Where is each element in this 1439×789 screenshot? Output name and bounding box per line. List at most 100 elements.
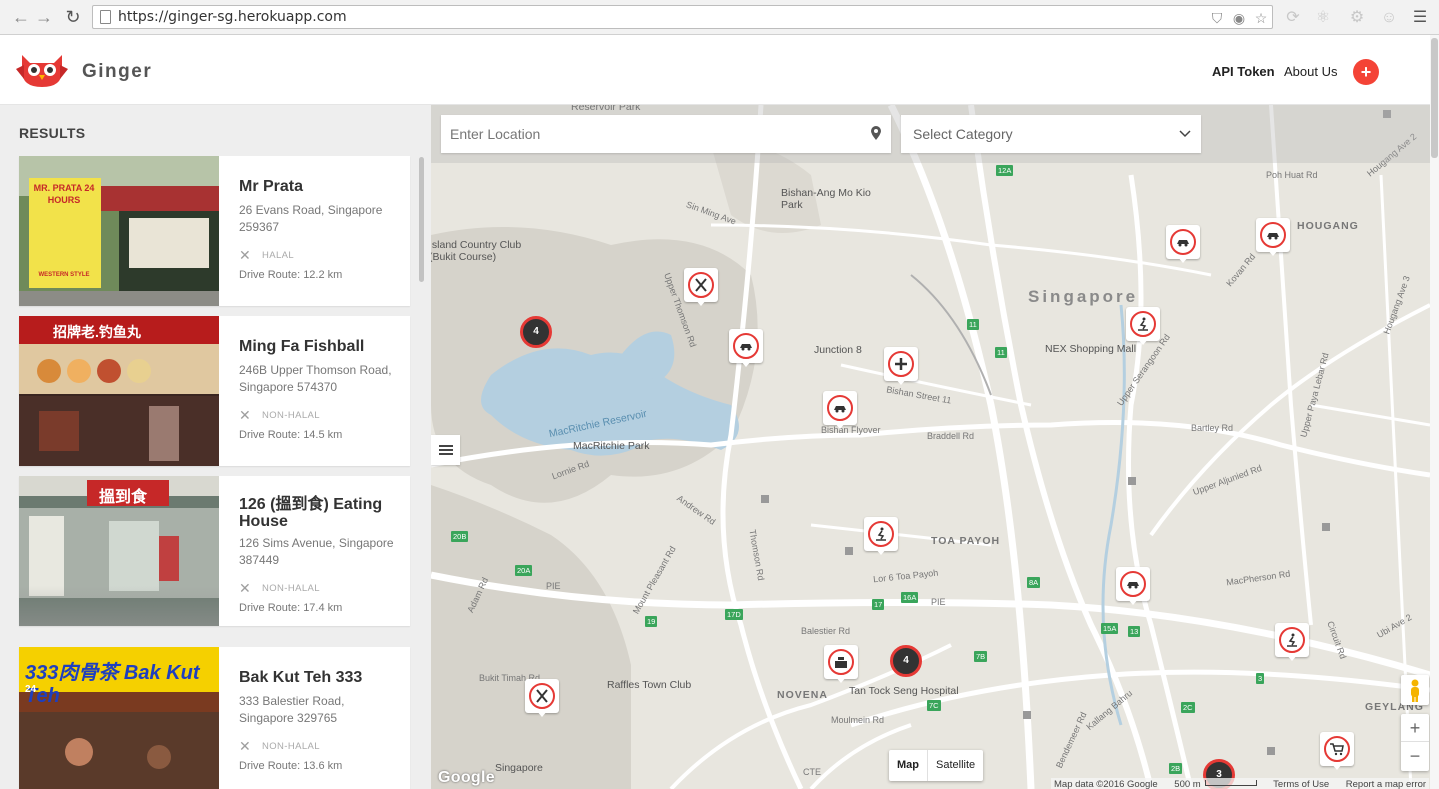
route-shield: 11 <box>967 319 979 330</box>
restaurant-name[interactable]: Bak Kut Teh 333 <box>239 669 399 686</box>
restaurant-name[interactable]: 126 (搵到食) Eating House <box>239 496 399 530</box>
food-marker[interactable] <box>525 679 559 719</box>
shop-marker[interactable] <box>824 645 858 685</box>
map-label: TOA PAYOH <box>931 535 1001 547</box>
food-marker[interactable] <box>684 268 718 308</box>
utensils-off-icon: ✕ <box>239 738 252 754</box>
browser-toolbar: ← → ↻ https://ginger-sg.herokuapp.com ⛉ … <box>0 0 1439 35</box>
activity-marker[interactable] <box>1275 623 1309 663</box>
star-icon[interactable]: ☆ <box>1253 10 1269 26</box>
drive-distance: Drive Route: 14.5 km <box>239 429 343 441</box>
restaurant-name[interactable]: Mr Prata <box>239 178 399 195</box>
brand-name[interactable]: Ginger <box>82 61 152 83</box>
map-label: Bishan-Ang Mo Kio Park <box>781 187 871 211</box>
location-pin-icon[interactable] <box>871 126 881 140</box>
restaurant-photo: 333肉骨茶 Bak Kut Teh 24 <box>19 647 219 789</box>
map-view[interactable]: Reservoir Park Bishan-Ang Mo Kio Park Is… <box>431 105 1430 789</box>
road-label: Bartley Rd <box>1191 423 1234 433</box>
map-label: NEX Shopping Mall <box>1045 343 1137 355</box>
shopping-marker[interactable] <box>1320 732 1354 772</box>
url-text[interactable]: https://ginger-sg.herokuapp.com <box>118 9 347 25</box>
add-button[interactable]: + <box>1353 59 1379 85</box>
restaurant-photo: 搵到食 <box>19 476 219 626</box>
sync-icon[interactable]: ⟳ <box>1283 8 1303 28</box>
page-scrollbar[interactable] <box>1430 35 1439 789</box>
activity-marker[interactable] <box>864 517 898 557</box>
skating-icon <box>1138 317 1148 331</box>
map-label: Island Country Club (Bukit Course) <box>431 239 522 263</box>
route-shield: 16A <box>901 592 919 603</box>
car-marker[interactable] <box>1166 225 1200 265</box>
drive-distance: Drive Route: 12.2 km <box>239 269 343 281</box>
drive-distance: Drive Route: 17.4 km <box>239 602 343 614</box>
marker-cluster[interactable]: 4 <box>890 645 922 677</box>
marker-cluster[interactable]: 4 <box>520 316 552 348</box>
halal-status: ✕ NON-HALAL <box>239 580 320 596</box>
car-marker[interactable] <box>1256 218 1290 258</box>
map-label: MacRitchie Park <box>573 440 650 452</box>
medical-marker[interactable] <box>884 347 918 387</box>
photo-sign-text: MR. PRATA 24 HOURS <box>33 183 95 205</box>
zoom-control: + − <box>1401 714 1429 771</box>
route-shield: 7B <box>974 651 988 662</box>
cart-icon <box>1330 743 1344 756</box>
sidebar-scrollbar[interactable] <box>419 157 424 282</box>
activity-marker[interactable] <box>1126 307 1160 347</box>
about-us-link[interactable]: About Us <box>1284 64 1337 79</box>
atom-icon[interactable]: ⚛ <box>1313 8 1333 28</box>
result-card[interactable]: 招牌老.钓鱼丸 Ming Fa Fishball 246B Upper Thom… <box>19 316 410 466</box>
map-label: Singapore <box>495 762 543 774</box>
road-label: Poh Huat Rd <box>1266 170 1318 180</box>
category-select[interactable]: Select Category <box>901 115 1201 153</box>
car-marker[interactable] <box>823 391 857 431</box>
reload-icon[interactable]: ↻ <box>62 7 84 27</box>
car-marker[interactable] <box>1116 567 1150 607</box>
hamburger-icon[interactable]: ☰ <box>1410 8 1430 28</box>
map-label: NOVENA <box>777 689 828 701</box>
car-marker[interactable] <box>729 329 763 369</box>
car-icon <box>740 344 752 351</box>
restaurant-name[interactable]: Ming Fa Fishball <box>239 338 399 355</box>
street-view-pegman-icon[interactable] <box>1401 675 1429 705</box>
location-input[interactable] <box>441 115 891 153</box>
page-icon <box>100 10 111 24</box>
google-logo[interactable]: Google <box>438 769 495 787</box>
zoom-out-button[interactable]: − <box>1401 742 1429 770</box>
result-card[interactable]: MR. PRATA 24 HOURS WESTERN STYLE Mr Prat… <box>19 156 410 306</box>
owl-logo-icon[interactable] <box>16 49 68 89</box>
map-type-map-button[interactable]: Map <box>889 750 928 781</box>
route-shield: 17 <box>872 599 885 610</box>
terms-link[interactable]: Terms of Use <box>1273 779 1329 789</box>
utensils-icon <box>536 689 548 703</box>
photo-sign-text: 招牌老.钓鱼丸 <box>53 324 141 340</box>
target-icon[interactable]: ◉ <box>1231 10 1247 26</box>
road-label: Moulmein Rd <box>831 715 885 725</box>
sidebar-toggle-button[interactable] <box>431 435 460 465</box>
route-shield: 20A <box>515 565 533 576</box>
address-bar[interactable]: https://ginger-sg.herokuapp.com ⛉ ◉ ☆ <box>92 5 1273 29</box>
map-attribution: Map data ©2016 Google 500 m Terms of Use… <box>1051 778 1430 789</box>
utensils-icon <box>695 278 707 292</box>
result-card[interactable]: 搵到食 126 (搵到食) Eating House 126 Sims Aven… <box>19 476 410 626</box>
shield-icon[interactable]: ⛉ <box>1209 10 1225 26</box>
chevron-down-icon <box>1179 130 1191 138</box>
map-type-satellite-button[interactable]: Satellite <box>928 750 983 781</box>
photo-sign-text: 24 <box>25 684 37 695</box>
map-type-control: Map Satellite <box>889 750 984 781</box>
zoom-in-button[interactable]: + <box>1401 714 1429 742</box>
report-error-link[interactable]: Report a map error <box>1346 779 1426 789</box>
gear-icon[interactable]: ⚙ <box>1347 8 1367 28</box>
result-card[interactable]: 333肉骨茶 Bak Kut Teh 24 Bak Kut Teh 333 33… <box>19 647 410 789</box>
ghost-icon[interactable]: ☺ <box>1379 8 1399 28</box>
results-heading: RESULTS <box>19 125 86 141</box>
back-icon[interactable]: ← <box>10 7 32 27</box>
scale-bar <box>1204 780 1257 786</box>
map-label: HOUGANG <box>1297 220 1359 232</box>
route-shield: 20B <box>451 531 469 542</box>
restaurant-address: 246B Upper Thomson Road, Singapore 57437… <box>239 363 392 394</box>
forward-icon[interactable]: → <box>33 7 55 27</box>
utensils-off-icon: ✕ <box>239 247 252 263</box>
restaurant-address: 126 Sims Avenue, Singapore 387449 <box>239 536 394 567</box>
photo-sign-text: 搵到食 <box>99 489 148 506</box>
api-token-link[interactable]: API Token <box>1212 64 1275 79</box>
